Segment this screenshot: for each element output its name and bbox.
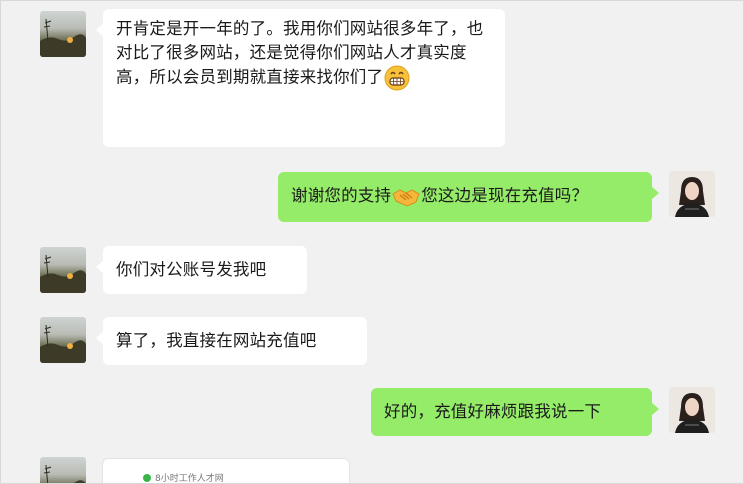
message-bubble-incoming[interactable]: 开肯定是开一年的了。我用你们网站很多年了，也对比了很多网站，还是觉得你们网站人才… [96, 9, 505, 147]
card-site-header: 8小时工作人才网 [143, 471, 224, 484]
message-bubble-outgoing[interactable]: 谢谢您的支持 您这边是现在充值吗？ [278, 172, 659, 222]
contact-avatar[interactable] [40, 247, 86, 293]
contact-avatar[interactable] [40, 11, 86, 57]
link-card-message[interactable]: 8小时工作人才网 [102, 458, 350, 484]
my-avatar[interactable] [669, 387, 715, 433]
message-text: 您这边是现在充值吗？ [421, 186, 589, 205]
site-logo-icon [143, 473, 151, 482]
message-bubble-incoming[interactable]: 你们对公账号发我吧 [96, 246, 307, 294]
chat-window: 开肯定是开一年的了。我用你们网站很多年了，也对比了很多网站，还是觉得你们网站人才… [0, 0, 744, 484]
message-text: 开肯定是开一年的了。我用你们网站很多年了，也对比了很多网站，还是觉得你们网站人才… [116, 19, 484, 87]
message-text: 你们对公账号发我吧 [116, 260, 267, 279]
landscape-avatar-image [40, 18, 86, 57]
card-site-name: 8小时工作人才网 [155, 474, 224, 484]
message-bubble-incoming[interactable]: 算了，我直接在网站充值吧 [96, 317, 367, 365]
contact-avatar[interactable] [40, 457, 86, 483]
woman-portrait-image [669, 387, 715, 433]
landscape-avatar-image [43, 464, 86, 483]
woman-portrait-image [669, 171, 715, 217]
my-avatar[interactable] [669, 171, 715, 217]
contact-avatar[interactable] [40, 317, 86, 363]
message-text: 好的，充值好麻烦跟我说一下 [384, 402, 602, 421]
handshake-icon [392, 186, 420, 208]
message-text: 谢谢您的支持 [291, 186, 392, 205]
message-text: 算了，我直接在网站充值吧 [116, 331, 317, 350]
landscape-avatar-image [40, 324, 86, 363]
grinning-face-icon [384, 65, 410, 91]
message-bubble-outgoing[interactable]: 好的，充值好麻烦跟我说一下 [371, 388, 659, 436]
landscape-avatar-image [40, 254, 86, 293]
